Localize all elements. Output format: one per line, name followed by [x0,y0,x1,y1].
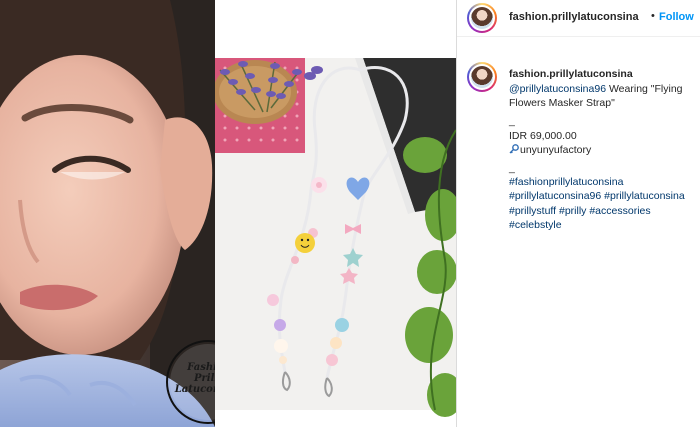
caption-avatar-image [471,66,493,88]
header-separator: • [651,10,655,22]
caption-text-1: Wearing "Flying [606,83,683,95]
header-username[interactable]: fashion.prillylatuconsina [509,11,639,23]
post-media-photo-right [215,0,456,427]
post-header: fashion.prillylatuconsina • Follow [457,0,700,37]
caption-separator-2: _ [509,162,515,175]
caption-text-2: Flowers Masker Strap" [509,97,615,110]
caption-username[interactable]: fashion.prillylatuconsina [509,68,633,80]
mention-link[interactable]: @prillylatuconsina96 [509,83,606,95]
key-icon [509,143,519,154]
caption-avatar[interactable] [467,62,497,92]
hashtag-line[interactable]: #prillystuff #prilly #accessories [509,204,699,218]
header-avatar[interactable] [467,3,497,33]
post-side-panel: fashion.prillylatuconsina • Follow fashi… [457,0,700,427]
hashtag-line[interactable]: #celebstyle [509,218,699,232]
caption-shop: unyunyufactory [520,143,592,156]
hashtag-line[interactable]: #prillylatuconsina96 #prillylatuconsina [509,189,699,203]
caption-price: IDR 69,000.00 [509,129,577,142]
caption-separator-1: _ [509,115,515,128]
hashtag-line[interactable]: #fashionprillylatuconsina [509,175,699,189]
post-media[interactable]: Fashion Prilly Latuconsina [0,0,456,427]
follow-button[interactable]: Follow [659,11,694,23]
post-caption: @prillylatuconsina96 Wearing "Flying Flo… [509,82,699,232]
avatar-image [471,7,493,29]
